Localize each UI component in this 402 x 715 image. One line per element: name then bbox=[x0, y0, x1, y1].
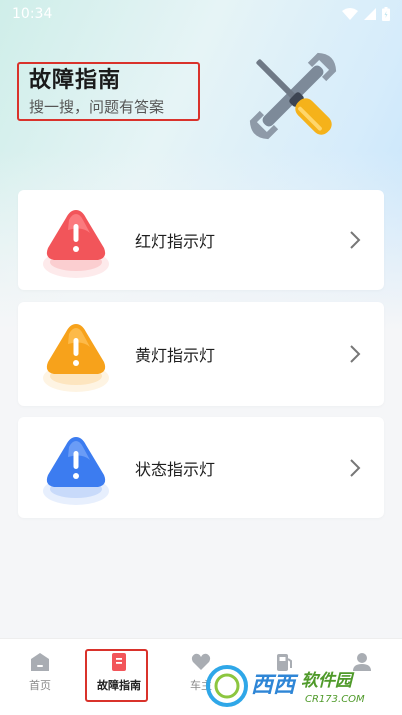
chevron-right-icon bbox=[350, 458, 361, 477]
card-status-indicator[interactable]: 状态指示灯 bbox=[18, 417, 384, 518]
nav-label-home: 首页 bbox=[29, 679, 51, 692]
blue-warning-icon bbox=[43, 437, 109, 505]
page-title: 故障指南 bbox=[29, 68, 122, 93]
battery-icon bbox=[382, 7, 390, 21]
svg-text:西西: 西西 bbox=[251, 673, 299, 698]
card-red-indicator[interactable]: 红灯指示灯 bbox=[18, 190, 384, 290]
home-icon bbox=[31, 653, 49, 671]
cellular-signal-icon bbox=[364, 8, 376, 20]
nav-item-home[interactable]: 首页 bbox=[8, 651, 72, 693]
yellow-warning-icon bbox=[43, 324, 109, 392]
svg-text:CR173.COM: CR173.COM bbox=[305, 694, 365, 705]
chevron-right-icon bbox=[350, 345, 361, 363]
status-time: 10:34 bbox=[12, 6, 53, 22]
wrench-screwdriver-icon bbox=[249, 52, 337, 140]
status-bar: 10:34 bbox=[0, 0, 402, 28]
red-warning-icon bbox=[43, 210, 109, 278]
nav-highlight-box bbox=[85, 649, 148, 702]
chevron-right-icon bbox=[350, 231, 361, 249]
status-icons bbox=[342, 7, 390, 21]
header-highlight-box: 故障指南 搜一搜，问题有答案 bbox=[17, 62, 200, 121]
card-label-status: 状态指示灯 bbox=[135, 459, 216, 479]
card-label-red: 红灯指示灯 bbox=[135, 232, 216, 251]
xixi-watermark-logo: 西西 软件园 CR173.COM bbox=[206, 665, 365, 707]
svg-text:软件园: 软件园 bbox=[301, 671, 355, 691]
card-yellow-indicator[interactable]: 黄灯指示灯 bbox=[18, 302, 384, 406]
wifi-icon bbox=[342, 8, 358, 20]
page-subtitle: 搜一搜，问题有答案 bbox=[29, 98, 165, 116]
card-label-yellow: 黄灯指示灯 bbox=[135, 346, 216, 365]
